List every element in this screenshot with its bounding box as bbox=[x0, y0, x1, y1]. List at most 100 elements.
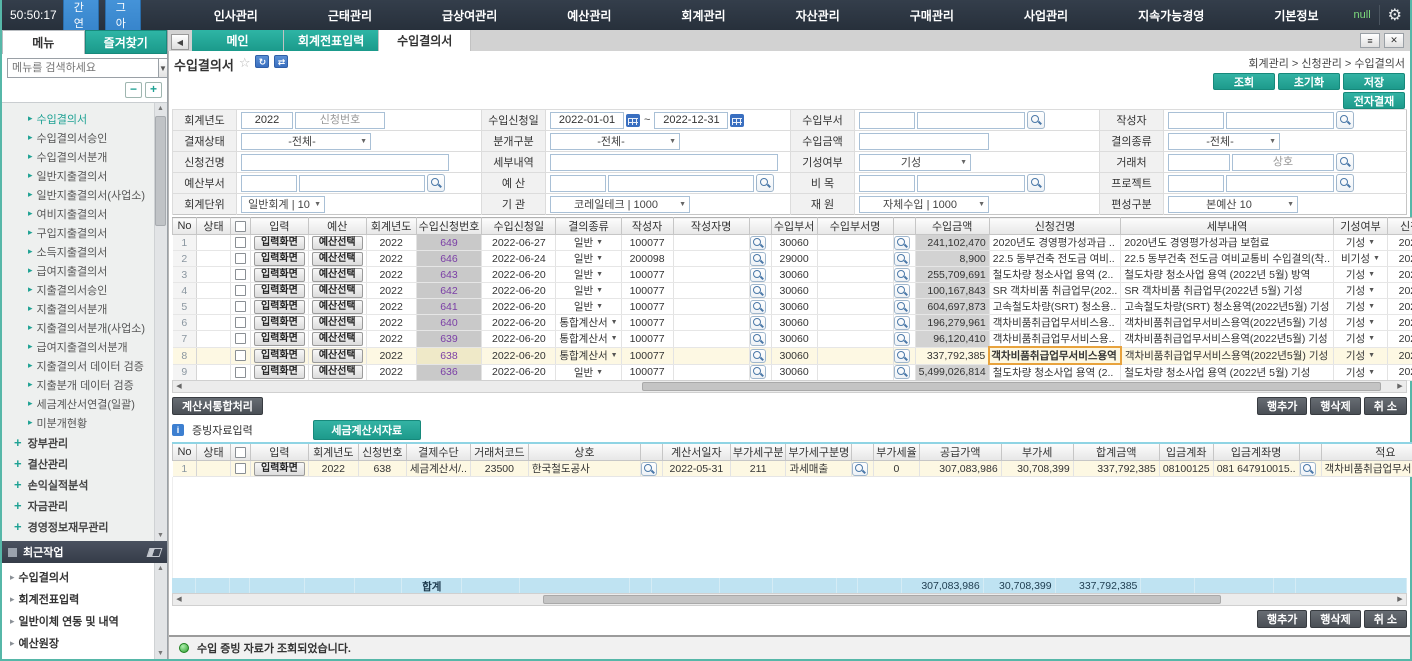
scroll-up-icon[interactable]: ▲ bbox=[155, 103, 166, 114]
cancel-button[interactable]: 취 소 bbox=[1364, 610, 1407, 628]
row-delete-button[interactable]: 행삭제 bbox=[1310, 397, 1360, 415]
budget-dept-search-button[interactable] bbox=[427, 174, 445, 192]
cancel-button[interactable]: 취 소 bbox=[1364, 397, 1407, 415]
sidebar-item-일반지출결의서[interactable]: ▸일반지출결의서 bbox=[2, 166, 167, 185]
column-header-계산서일자[interactable]: 계산서일자 bbox=[662, 443, 730, 461]
income-dept-name-input[interactable] bbox=[917, 112, 1025, 129]
row-add-button[interactable]: 행추가 bbox=[1257, 610, 1307, 628]
budget-code-input[interactable] bbox=[550, 175, 606, 192]
column-header-부가세율[interactable]: 부가세율 bbox=[874, 443, 919, 461]
cell-search-button[interactable] bbox=[894, 349, 910, 363]
sidebar-item-지출결의서분개[interactable]: ▸지출결의서분개 bbox=[2, 299, 167, 318]
cell-select[interactable]: 기성▼ bbox=[1337, 348, 1384, 363]
column-header-수입신청번호[interactable]: 수입신청번호 bbox=[416, 218, 482, 235]
detail-input[interactable] bbox=[550, 154, 778, 171]
scroll-up-icon[interactable]: ▲ bbox=[155, 563, 166, 574]
tab-수입결의서[interactable]: 수입결의서 bbox=[379, 30, 471, 51]
sidebar-item-지출결의서 데이터 검증[interactable]: ▸지출결의서 데이터 검증 bbox=[2, 356, 167, 375]
menu-search-dropdown-button[interactable]: ▼ bbox=[158, 58, 168, 78]
column-header-입력[interactable]: 입력 bbox=[251, 443, 309, 461]
scrollbar-thumb[interactable] bbox=[642, 382, 1382, 391]
top-menu-item-근태관리[interactable]: 근태관리 bbox=[293, 7, 407, 24]
cell-search-button[interactable] bbox=[894, 236, 910, 250]
header-checkbox[interactable] bbox=[235, 447, 246, 458]
budget-select-button[interactable]: 예산선택 bbox=[312, 332, 363, 346]
sidebar-group-자금관리[interactable]: +자금관리 bbox=[2, 495, 167, 516]
reset-button[interactable]: 초기화 bbox=[1278, 73, 1340, 90]
column-header-수입부서[interactable]: 수입부서 bbox=[771, 218, 817, 235]
column-header-blank[interactable] bbox=[1299, 443, 1321, 461]
column-header-예산[interactable]: 예산 bbox=[308, 218, 366, 235]
row-checkbox[interactable] bbox=[235, 301, 246, 312]
vendor-name-input[interactable] bbox=[1232, 154, 1334, 171]
cell-search-button[interactable] bbox=[894, 284, 910, 298]
cell-search-button[interactable] bbox=[750, 252, 766, 266]
top-menu-item-지속가능경영[interactable]: 지속가능경영 bbox=[1103, 7, 1239, 24]
table-row[interactable]: 8입력화면예산선택20226382022-06-20통합계산서▼10007730… bbox=[173, 347, 1412, 364]
income-date-from-input[interactable] bbox=[550, 112, 624, 129]
column-header-blank[interactable] bbox=[852, 443, 874, 461]
cell-search-button[interactable] bbox=[750, 236, 766, 250]
tax-invoice-data-button[interactable]: 세금계산서자료 bbox=[313, 420, 421, 440]
sidebar-item-여비지출결의서[interactable]: ▸여비지출결의서 bbox=[2, 204, 167, 223]
column-header-상태[interactable]: 상태 bbox=[197, 443, 231, 461]
sidebar-item-지출결의서분개(사업소)[interactable]: ▸지출결의서분개(사업소) bbox=[2, 318, 167, 337]
window-close-button[interactable]: ✕ bbox=[1384, 33, 1404, 48]
income-dept-search-button[interactable] bbox=[1027, 111, 1045, 129]
input-screen-button[interactable]: 입력화면 bbox=[254, 284, 305, 298]
bimok-name-input[interactable] bbox=[917, 175, 1025, 192]
scroll-right-icon[interactable]: ▶ bbox=[1394, 381, 1406, 392]
invoice-merge-button[interactable]: 계산서통합처리 bbox=[172, 397, 263, 415]
cell-search-button[interactable] bbox=[894, 268, 910, 282]
cell-search-button[interactable] bbox=[750, 365, 766, 379]
cell-select[interactable]: 기성▼ bbox=[1337, 235, 1384, 250]
vendor-code-input[interactable] bbox=[1168, 154, 1230, 171]
column-header-신청회계일[interactable]: 신청회계일 bbox=[1387, 218, 1412, 235]
calendar-icon[interactable] bbox=[730, 114, 744, 127]
column-header-부가세[interactable]: 부가세 bbox=[1001, 443, 1073, 461]
refresh-icon[interactable]: ↻ bbox=[255, 55, 269, 68]
column-header-blank[interactable] bbox=[749, 218, 771, 235]
writer-search-button[interactable] bbox=[1336, 111, 1354, 129]
column-header-수입부서명[interactable]: 수입부서명 bbox=[817, 218, 893, 235]
save-button[interactable]: 저장 bbox=[1343, 73, 1405, 90]
column-header-상태[interactable]: 상태 bbox=[197, 218, 231, 235]
column-header-입력[interactable]: 입력 bbox=[251, 218, 309, 235]
row-checkbox[interactable] bbox=[235, 350, 246, 361]
cell-search-button[interactable] bbox=[894, 316, 910, 330]
tab-회계전표입력[interactable]: 회계전표입력 bbox=[284, 30, 379, 51]
row-checkbox[interactable] bbox=[235, 253, 246, 264]
sidebar-item-수입결의서분개[interactable]: ▸수입결의서분개 bbox=[2, 147, 167, 166]
top-menu-item-예산관리[interactable]: 예산관리 bbox=[532, 7, 646, 24]
cell-search-button[interactable] bbox=[750, 332, 766, 346]
cell-select[interactable]: 비기성▼ bbox=[1337, 251, 1384, 266]
bimok-code-input[interactable] bbox=[859, 175, 915, 192]
top-menu-item-기본정보[interactable]: 기본정보 bbox=[1239, 7, 1353, 24]
column-header-blank[interactable] bbox=[231, 218, 251, 235]
table-row[interactable]: 1입력화면2022638세금계산서/..23500한국철도공사2022-05-3… bbox=[173, 461, 1412, 477]
column-header-기성여부[interactable]: 기성여부 bbox=[1333, 218, 1387, 235]
sidebar-item-급여지출결의서분개[interactable]: ▸급여지출결의서분개 bbox=[2, 337, 167, 356]
column-header-No[interactable]: No bbox=[173, 443, 197, 461]
table-row[interactable]: 2입력화면예산선택20226462022-06-24일반▼20009829000… bbox=[173, 251, 1412, 267]
table-row[interactable]: 1입력화면예산선택20226492022-06-27일반▼10007730060… bbox=[173, 235, 1412, 251]
column-header-거래처코드[interactable]: 거래처코드 bbox=[470, 443, 528, 461]
cell-select[interactable]: 일반▼ bbox=[559, 235, 617, 250]
scroll-left-icon[interactable]: ◀ bbox=[173, 381, 185, 392]
input-screen-button[interactable]: 입력화면 bbox=[254, 349, 305, 363]
sidebar-tab-menu[interactable]: 메뉴 bbox=[2, 30, 85, 54]
row-checkbox[interactable] bbox=[235, 367, 246, 378]
menu-search-input[interactable] bbox=[7, 58, 158, 78]
tab-scroll-left-button[interactable]: ◀ bbox=[171, 34, 189, 50]
budget-name-input[interactable] bbox=[608, 175, 754, 192]
gisung-select[interactable]: 기성▼ bbox=[859, 154, 971, 171]
cell-select[interactable]: 기성▼ bbox=[1337, 299, 1384, 314]
gear-icon[interactable]: ⚙ bbox=[1379, 5, 1402, 25]
column-header-No[interactable]: No bbox=[173, 218, 197, 235]
project-code-input[interactable] bbox=[1168, 175, 1224, 192]
budget-select-button[interactable]: 예산선택 bbox=[312, 300, 363, 314]
budget-select-button[interactable]: 예산선택 bbox=[312, 236, 363, 250]
row-checkbox[interactable] bbox=[235, 269, 246, 280]
recent-scrollbar[interactable]: ▲▼ bbox=[154, 563, 167, 659]
bimok-search-button[interactable] bbox=[1027, 174, 1045, 192]
